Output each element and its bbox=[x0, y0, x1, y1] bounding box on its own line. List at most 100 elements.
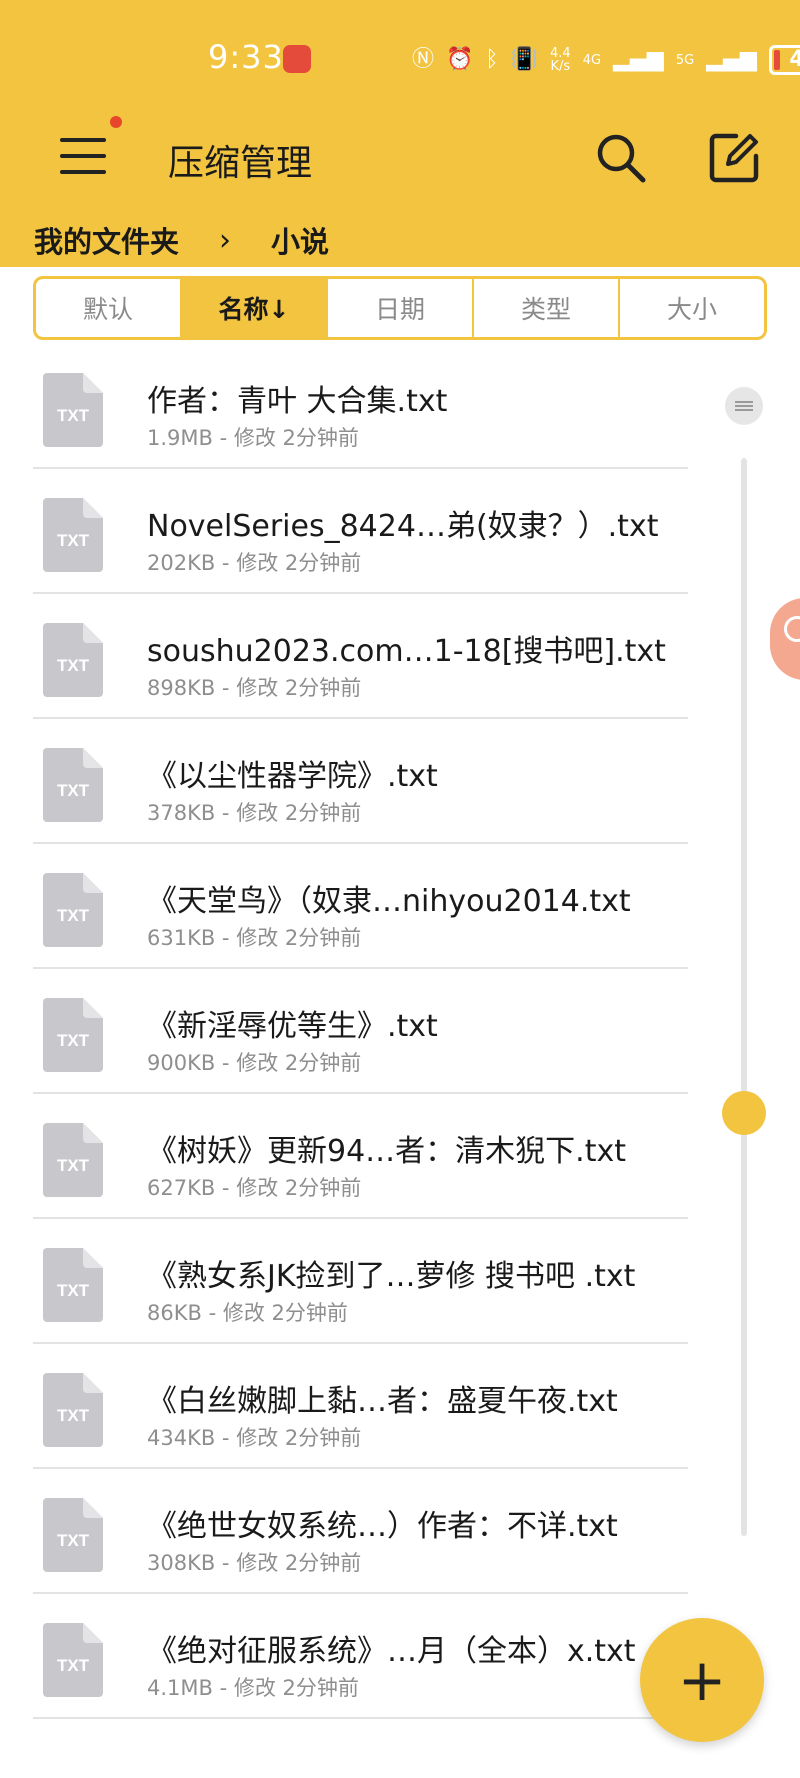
txt-file-icon: TXT bbox=[43, 1623, 103, 1697]
battery-icon: 4 bbox=[768, 45, 800, 75]
file-meta: 86KB - 修改 2分钟前 bbox=[147, 1301, 348, 1325]
txt-file-icon: TXT bbox=[43, 998, 103, 1072]
menu-icon-line bbox=[60, 170, 106, 174]
add-button[interactable]: + bbox=[640, 1618, 764, 1742]
file-type-label: TXT bbox=[57, 531, 90, 550]
network-4g-label: 4G bbox=[582, 52, 602, 68]
file-name: 《绝对征服系统》…月（全本）x.txt bbox=[147, 1634, 636, 1669]
header: 9:33 Ⓝ ⏰ ᛒ 📳 4.4 K/s 4G ▂▄▆ 5G ▂▄▆ 4 压缩管… bbox=[0, 0, 800, 267]
file-type-label: TXT bbox=[57, 1156, 90, 1175]
file-meta: 627KB - 修改 2分钟前 bbox=[147, 1176, 362, 1200]
status-time: 9:33 bbox=[208, 38, 284, 76]
nfc-icon: Ⓝ bbox=[412, 47, 435, 72]
file-name: 《白丝嫩脚上黏…者：盛夏午夜.txt bbox=[147, 1384, 618, 1419]
file-row[interactable]: TXT 作者：青叶 大合集.txt 1.9MB - 修改 2分钟前 bbox=[0, 344, 800, 469]
file-meta: 1.9MB - 修改 2分钟前 bbox=[147, 426, 359, 450]
txt-file-icon: TXT bbox=[43, 873, 103, 947]
file-name: 《绝世女奴系统…）作者：不详.txt bbox=[147, 1509, 618, 1544]
file-name: 作者：青叶 大合集.txt bbox=[147, 384, 448, 419]
file-name: 《天堂鸟》（奴隶…nihyou2014.txt bbox=[147, 884, 631, 919]
sort-tab-date[interactable]: 日期 bbox=[328, 279, 474, 337]
sort-tab-default[interactable]: 默认 bbox=[36, 279, 182, 337]
status-bar: 9:33 Ⓝ ⏰ ᛒ 📳 4.4 K/s 4G ▂▄▆ 5G ▂▄▆ 4 bbox=[0, 0, 800, 115]
app-bar: 压缩管理 bbox=[0, 110, 800, 210]
signal-icon: ▂▄▆ bbox=[613, 47, 664, 72]
status-icons: Ⓝ ⏰ ᛒ 📳 4.4 K/s 4G ▂▄▆ 5G ▂▄▆ 4 bbox=[412, 42, 800, 78]
battery-fill bbox=[773, 50, 780, 70]
file-name: 《树妖》更新94…者：清木猊下.txt bbox=[147, 1134, 626, 1169]
file-meta: 631KB - 修改 2分钟前 bbox=[147, 926, 362, 950]
file-type-label: TXT bbox=[57, 1531, 90, 1550]
file-meta: 308KB - 修改 2分钟前 bbox=[147, 1551, 362, 1575]
file-type-label: TXT bbox=[57, 1406, 90, 1425]
file-meta: 378KB - 修改 2分钟前 bbox=[147, 801, 362, 825]
plus-icon: + bbox=[677, 1646, 727, 1714]
chevron-right-icon: › bbox=[219, 222, 232, 258]
menu-icon-line bbox=[60, 138, 106, 142]
file-name: NovelSeries_8424…弟(奴隶？）.txt bbox=[147, 509, 659, 544]
txt-file-icon: TXT bbox=[43, 498, 103, 572]
signal-icon-2: ▂▄▆ bbox=[706, 47, 757, 72]
network-speed: 4.4 K/s bbox=[550, 46, 571, 74]
recording-indicator-icon bbox=[283, 45, 311, 73]
scrollbar-track[interactable] bbox=[741, 458, 747, 1536]
file-name: 《熟女系JK捡到了…萝修 搜书吧 .txt bbox=[147, 1259, 636, 1294]
breadcrumb: 我的文件夹 › 小说 bbox=[34, 218, 329, 262]
file-row[interactable]: TXT 《新淫辱优等生》.txt 900KB - 修改 2分钟前 bbox=[0, 969, 800, 1094]
menu-button[interactable] bbox=[60, 134, 108, 178]
file-type-label: TXT bbox=[57, 1281, 90, 1300]
file-meta: 4.1MB - 修改 2分钟前 bbox=[147, 1676, 359, 1700]
breadcrumb-current[interactable]: 小说 bbox=[271, 219, 329, 261]
file-name: soushu2023.com…1-18[搜书吧].txt bbox=[147, 634, 666, 669]
txt-file-icon: TXT bbox=[43, 373, 103, 447]
file-row[interactable]: TXT 《白丝嫩脚上黏…者：盛夏午夜.txt 434KB - 修改 2分钟前 bbox=[0, 1344, 800, 1469]
sort-tab-name[interactable]: 名称↓ bbox=[182, 279, 328, 337]
breadcrumb-root[interactable]: 我的文件夹 bbox=[34, 219, 179, 261]
file-row[interactable]: TXT 《绝世女奴系统…）作者：不详.txt 308KB - 修改 2分钟前 bbox=[0, 1469, 800, 1594]
sort-tab-size[interactable]: 大小 bbox=[620, 279, 764, 337]
menu-icon-line bbox=[60, 154, 106, 158]
vibrate-icon: 📳 bbox=[510, 47, 539, 72]
file-type-label: TXT bbox=[57, 1656, 90, 1675]
alarm-icon: ⏰ bbox=[446, 47, 474, 72]
txt-file-icon: TXT bbox=[43, 1248, 103, 1322]
battery-level: 4 bbox=[789, 47, 800, 72]
sort-tab-type[interactable]: 类型 bbox=[474, 279, 620, 337]
search-icon bbox=[597, 134, 646, 183]
file-list-inner: TXT166KB - 修改 2分钟前TXT作者：青叶 大合集.txt1.9MB … bbox=[0, 344, 800, 1719]
file-row[interactable]: TXT 《天堂鸟》（奴隶…nihyou2014.txt 631KB - 修改 2分钟… bbox=[0, 844, 800, 969]
file-row[interactable]: TXT 《熟女系JK捡到了…萝修 搜书吧 .txt 86KB - 修改 2分钟前 bbox=[0, 1219, 800, 1344]
sort-tabs: 默认 名称↓ 日期 类型 大小 bbox=[33, 276, 767, 340]
file-row[interactable]: TXT NovelSeries_8424…弟(奴隶？）.txt 202KB - 修改… bbox=[0, 469, 800, 594]
txt-file-icon: TXT bbox=[43, 1123, 103, 1197]
file-meta: 202KB - 修改 2分钟前 bbox=[147, 551, 362, 575]
search-button[interactable] bbox=[593, 130, 649, 186]
row-divider bbox=[33, 1717, 688, 1719]
file-meta: 434KB - 修改 2分钟前 bbox=[147, 1426, 362, 1450]
file-type-label: TXT bbox=[57, 1031, 90, 1050]
file-name: 《以尘性器学院》.txt bbox=[147, 759, 438, 794]
txt-file-icon: TXT bbox=[43, 748, 103, 822]
page-title: 压缩管理 bbox=[168, 143, 313, 184]
file-meta: 898KB - 修改 2分钟前 bbox=[147, 676, 362, 700]
assistant-icon bbox=[784, 616, 800, 642]
file-list[interactable]: TXT166KB - 修改 2分钟前TXT作者：青叶 大合集.txt1.9MB … bbox=[0, 344, 800, 1778]
edit-button[interactable] bbox=[706, 130, 762, 186]
file-name: 《新淫辱优等生》.txt bbox=[147, 1009, 438, 1044]
txt-file-icon: TXT bbox=[43, 1498, 103, 1572]
file-type-label: TXT bbox=[57, 406, 90, 425]
network-5g-label: 5G bbox=[675, 52, 695, 68]
file-row[interactable]: TXT 《树妖》更新94…者：清木猊下.txt 627KB - 修改 2分钟前 bbox=[0, 1094, 800, 1219]
file-type-label: TXT bbox=[57, 906, 90, 925]
file-meta: 900KB - 修改 2分钟前 bbox=[147, 1051, 362, 1075]
scroll-handle-icon[interactable] bbox=[725, 387, 763, 425]
edit-icon bbox=[709, 133, 759, 183]
txt-file-icon: TXT bbox=[43, 623, 103, 697]
bluetooth-icon: ᛒ bbox=[485, 47, 499, 72]
file-row[interactable]: TXT 《以尘性器学院》.txt 378KB - 修改 2分钟前 bbox=[0, 719, 800, 844]
file-type-label: TXT bbox=[57, 656, 90, 675]
scrollbar-thumb[interactable] bbox=[722, 1091, 766, 1135]
file-type-label: TXT bbox=[57, 781, 90, 800]
txt-file-icon: TXT bbox=[43, 1373, 103, 1447]
file-row[interactable]: TXT soushu2023.com…1-18[搜书吧].txt 898KB - 修… bbox=[0, 594, 800, 719]
